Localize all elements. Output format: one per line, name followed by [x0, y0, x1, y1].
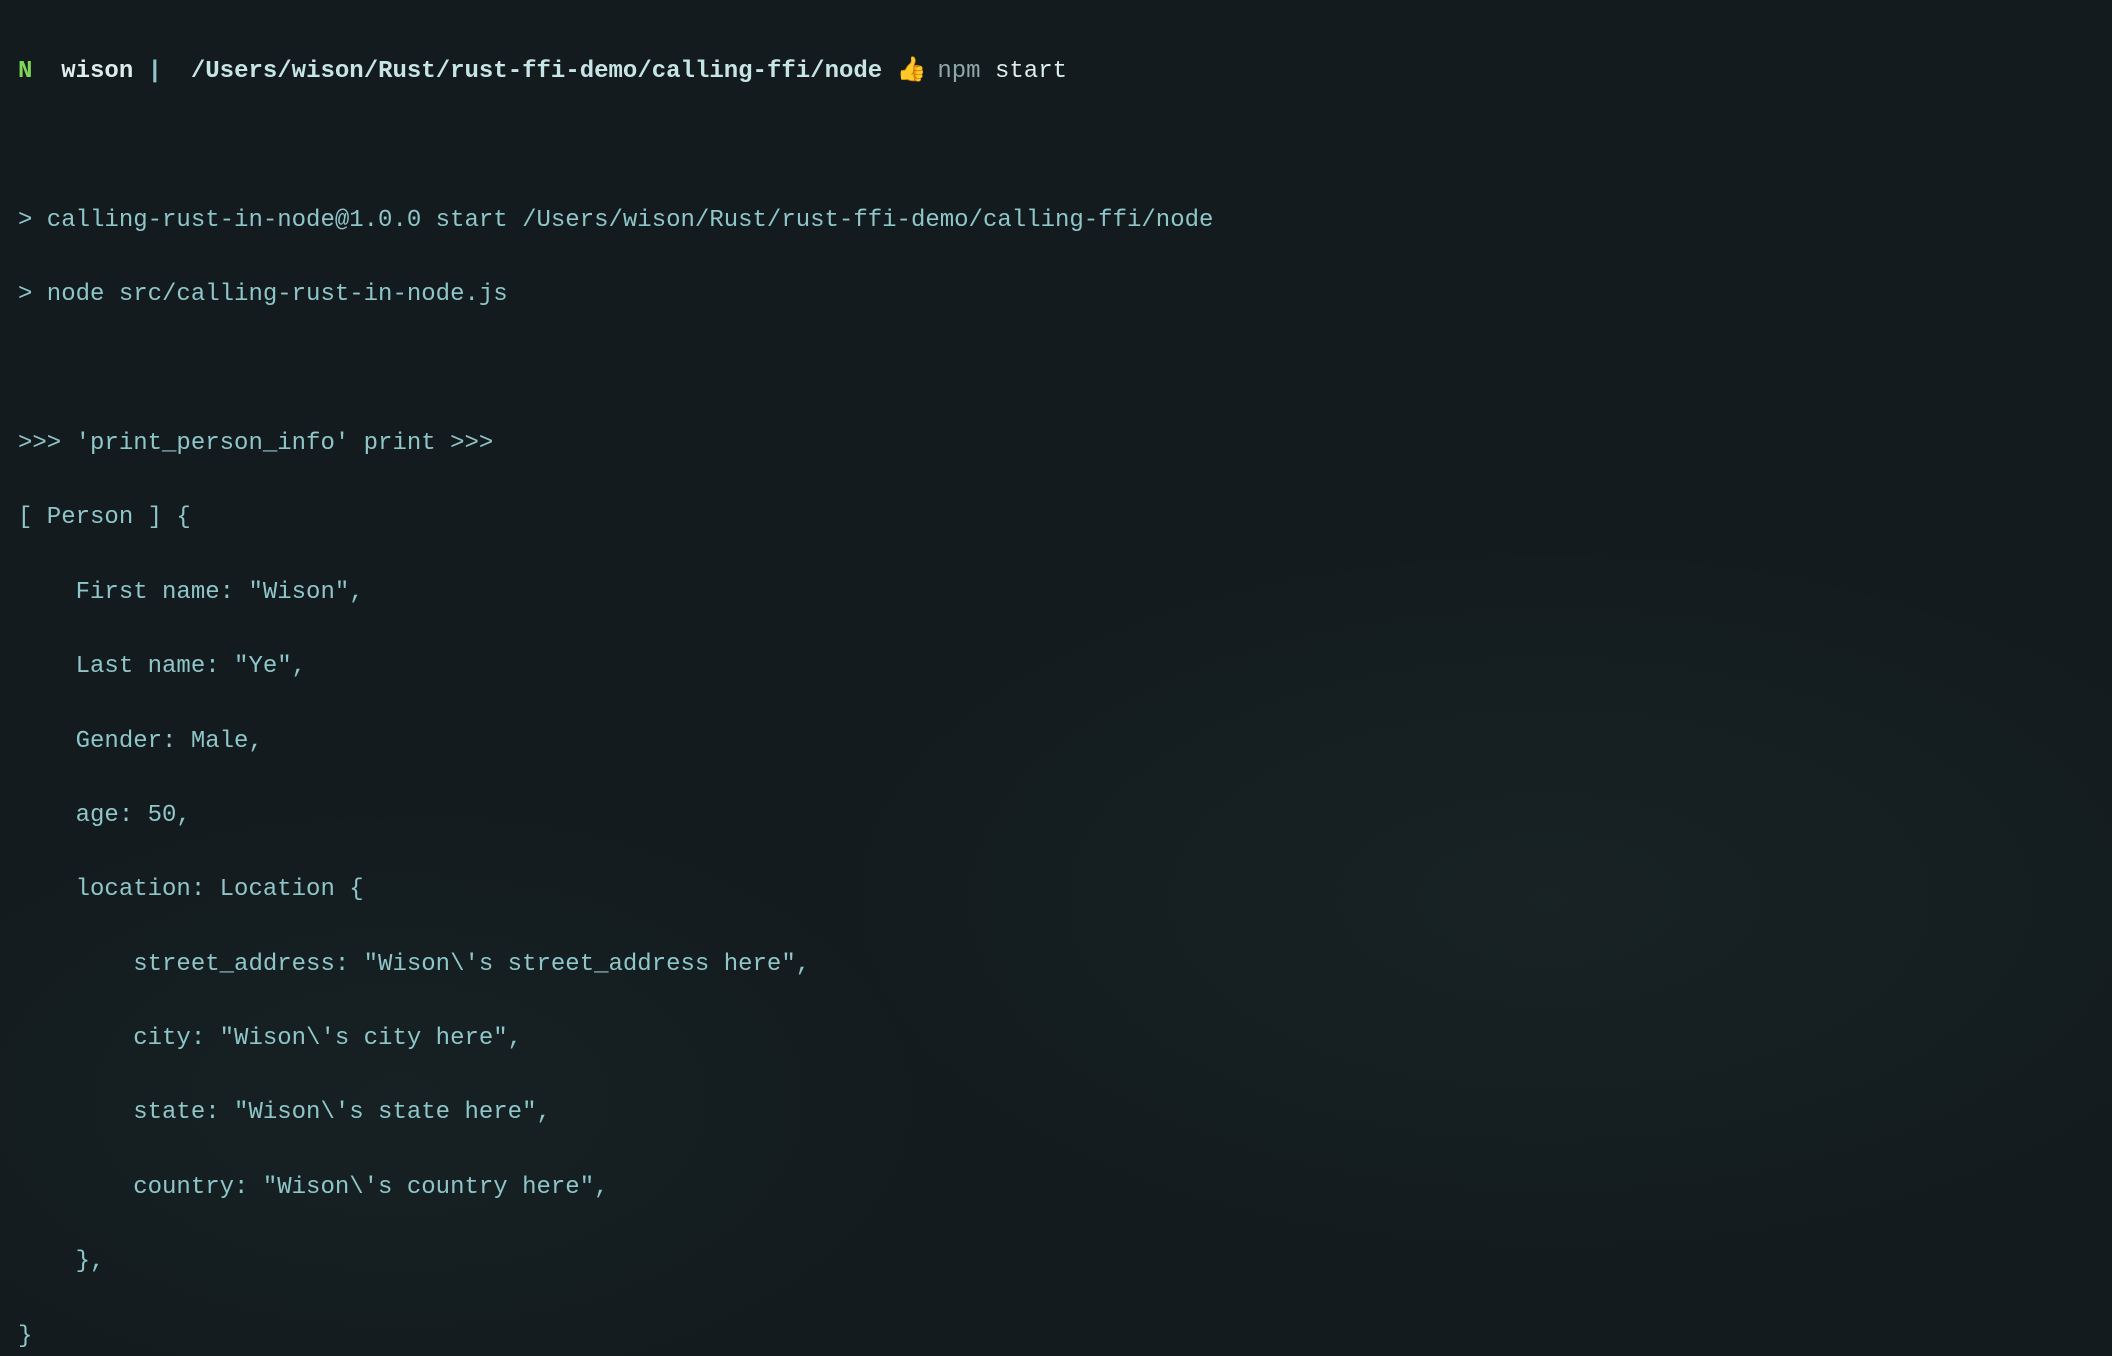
prompt-separator: | [148, 58, 162, 85]
terminal[interactable]: N wison | /Users/wison/Rust/rust-ffi-dem… [0, 0, 2112, 1356]
prompt-command-arg: start [995, 58, 1067, 85]
blank-line [18, 351, 2094, 388]
blank-line [18, 128, 2094, 165]
prompt-command: npm [937, 58, 980, 85]
output-line: Last name: "Ye", [18, 648, 2094, 685]
output-line: } [18, 1318, 2094, 1355]
output-line: country: "Wison\'s country here", [18, 1169, 2094, 1206]
output-line: state: "Wison\'s state here", [18, 1094, 2094, 1131]
npm-runner-line: > calling-rust-in-node@1.0.0 start /User… [18, 202, 2094, 239]
output-line: city: "Wison\'s city here", [18, 1020, 2094, 1057]
output-line: street_address: "Wison\'s street_address… [18, 946, 2094, 983]
prompt-mode: N [18, 58, 32, 85]
prompt-user: wison [61, 58, 133, 85]
section-header: >>> 'print_person_info' print >>> [18, 425, 2094, 462]
output-line: age: 50, [18, 797, 2094, 834]
output-line: Gender: Male, [18, 723, 2094, 760]
output-line: location: Location { [18, 871, 2094, 908]
output-line: }, [18, 1243, 2094, 1280]
prompt-line: N wison | /Users/wison/Rust/rust-ffi-dem… [18, 53, 2094, 90]
npm-runner-line: > node src/calling-rust-in-node.js [18, 276, 2094, 313]
thumbs-up-icon: 👍 [897, 53, 923, 90]
output-line: [ Person ] { [18, 499, 2094, 536]
output-line: First name: "Wison", [18, 574, 2094, 611]
prompt-cwd: /Users/wison/Rust/rust-ffi-demo/calling-… [191, 58, 882, 85]
